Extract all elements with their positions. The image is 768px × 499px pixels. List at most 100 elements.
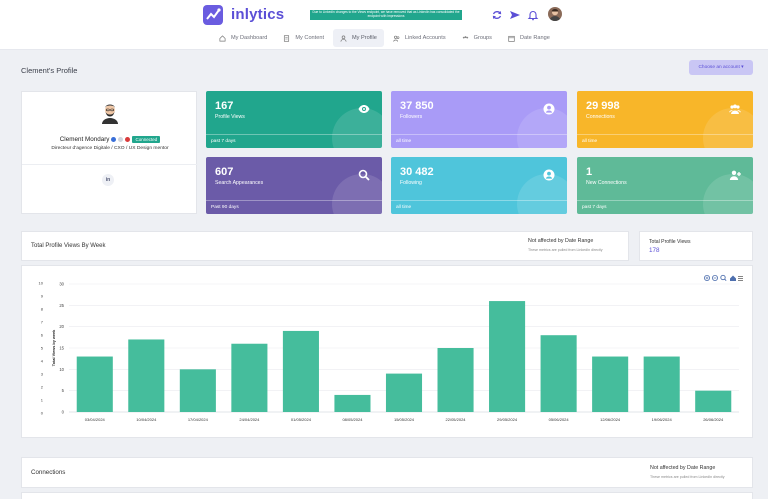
x-tick-label: 12/06/2024 [600,417,621,422]
nav-label: My Profile [352,35,377,41]
choose-account-button[interactable]: Choose an account ▾ [689,60,753,75]
zoom-in-icon[interactable] [704,274,711,281]
y-tick-label-left: 6 [41,333,44,338]
y-tick-label-left: 7 [41,320,44,325]
chart-bar[interactable] [282,330,319,412]
chart-bar[interactable] [489,301,526,412]
tile-followers: 37 850 Followers all time [391,91,567,148]
tile-value: 37 850 [400,100,434,112]
brand-name[interactable]: inlytics [231,6,284,23]
logo-icon[interactable] [203,5,223,25]
tile-value: 607 [215,166,234,178]
magnify-icon[interactable] [720,274,727,282]
chart-bar[interactable] [128,339,165,412]
date-range-note: Not affected by Date Range [528,238,594,244]
reset-home-icon[interactable] [730,275,736,282]
refresh-icon[interactable] [491,9,503,21]
x-tick-label: 24/04/2024 [239,417,260,422]
nav-label: Linked Accounts [404,35,446,41]
search-icon [358,169,370,181]
group-icon [462,35,468,38]
nav-label: My Content [295,35,324,41]
nav-my-dashboard[interactable]: My Dashboard [212,29,274,47]
flag-icon [125,137,131,142]
total-value: 178 [649,247,660,254]
zoom-out-icon[interactable] [712,274,719,281]
x-tick-label: 10/04/2024 [136,417,157,422]
bell-icon[interactable] [527,9,539,21]
user-circle-icon [543,169,555,181]
y-tick-label-left: 3 [41,372,44,377]
profile-card: Clement Mondary Connected Directeur d'ag… [21,91,198,214]
chart-bar[interactable] [76,356,113,412]
tile-following: 30 482 Following all time [391,157,567,214]
nav-linked-accounts[interactable]: Linked Accounts [386,29,453,47]
page-title: Clement's Profile [21,66,78,75]
chart-bar[interactable] [437,348,474,412]
chart-bar[interactable] [540,335,577,412]
send-icon[interactable] [509,9,521,21]
tile-label: New Connections [586,180,627,186]
profile-views-chart: 0 5 10 15 20 25 30 0 1 2 3 4 5 6 7 8 9 10 Total Views by w… [21,265,753,438]
nav-date-range[interactable]: Date Range [501,29,557,47]
eye-icon [358,105,370,113]
tile-label: Profile Views [215,114,245,120]
tile-new-connections: 1 New Connections past 7 days [577,157,753,214]
chart-bar[interactable] [592,356,629,412]
document-icon [284,34,290,42]
nav-groups[interactable]: Groups [455,29,499,47]
main-nav: My Dashboard My Content My Profile Linke… [212,29,559,47]
y-axis-title: Total Views by week [52,329,56,366]
chart-bar[interactable] [231,343,268,412]
y-tick-label: 0 [62,410,65,415]
y-tick-label: 5 [62,388,65,393]
nav-label: Date Range [519,35,550,41]
total-label: Total Profile Views [649,239,691,245]
chart-bar[interactable] [695,390,732,412]
chart-bar[interactable] [643,356,680,412]
chart-bar[interactable] [385,373,423,412]
tile-profile-views: 167 Profile Views past 7 days [206,91,382,148]
chart-toolbar [704,274,743,282]
menu-icon[interactable] [738,276,743,281]
tile-period: all time [577,134,753,148]
flag-icon [111,137,117,142]
tile-value: 29 998 [586,100,620,112]
chart-bar[interactable] [334,394,371,412]
flag-icon [118,137,124,142]
tile-label: Followers [400,114,423,120]
nav-my-profile[interactable]: My Profile [333,29,384,47]
x-tick-label: 26/06/2024 [703,417,724,422]
y-tick-label-left: 4 [41,359,44,364]
nav-label: Groups [473,35,492,41]
tile-period: Past 90 days [206,200,382,214]
profile-headline: Directeur d'agence Digitale / CXO / UX D… [51,146,169,151]
group-icon [729,104,741,114]
user-avatar[interactable] [548,7,562,21]
tile-connections: 29 998 Connections all time [577,91,753,148]
y-tick-label-left: 9 [41,294,44,299]
nav-my-content[interactable]: My Content [276,29,331,47]
y-tick-label-left: 8 [41,307,44,312]
date-range-note: Not affected by Date Range [650,465,716,471]
divider [22,164,198,165]
x-tick-label: 29/05/2024 [497,417,518,422]
linkedin-icon[interactable]: in [102,174,114,186]
x-tick-label: 01/05/2024 [291,417,312,422]
y-tick-label: 20 [59,324,64,329]
profile-name-row: Clement Mondary Connected [22,136,198,143]
chart-bar[interactable] [179,369,216,412]
user-circle-icon [543,103,555,115]
home-icon [219,34,226,41]
profile-avatar [102,104,118,124]
tile-period: past 7 days [206,134,382,148]
x-tick-label: 03/04/2024 [85,417,106,422]
tile-value: 30 482 [400,166,434,178]
connections-section: Connections Not affected by Date Range T… [21,457,753,488]
x-tick-label: 22/05/2024 [446,417,467,422]
y-tick-label-left: 1 [41,398,44,403]
y-tick-label-left: 2 [41,385,44,390]
x-tick-label: 19/06/2024 [652,417,673,422]
tile-period: all time [391,134,567,148]
tile-label: Following [400,180,422,186]
